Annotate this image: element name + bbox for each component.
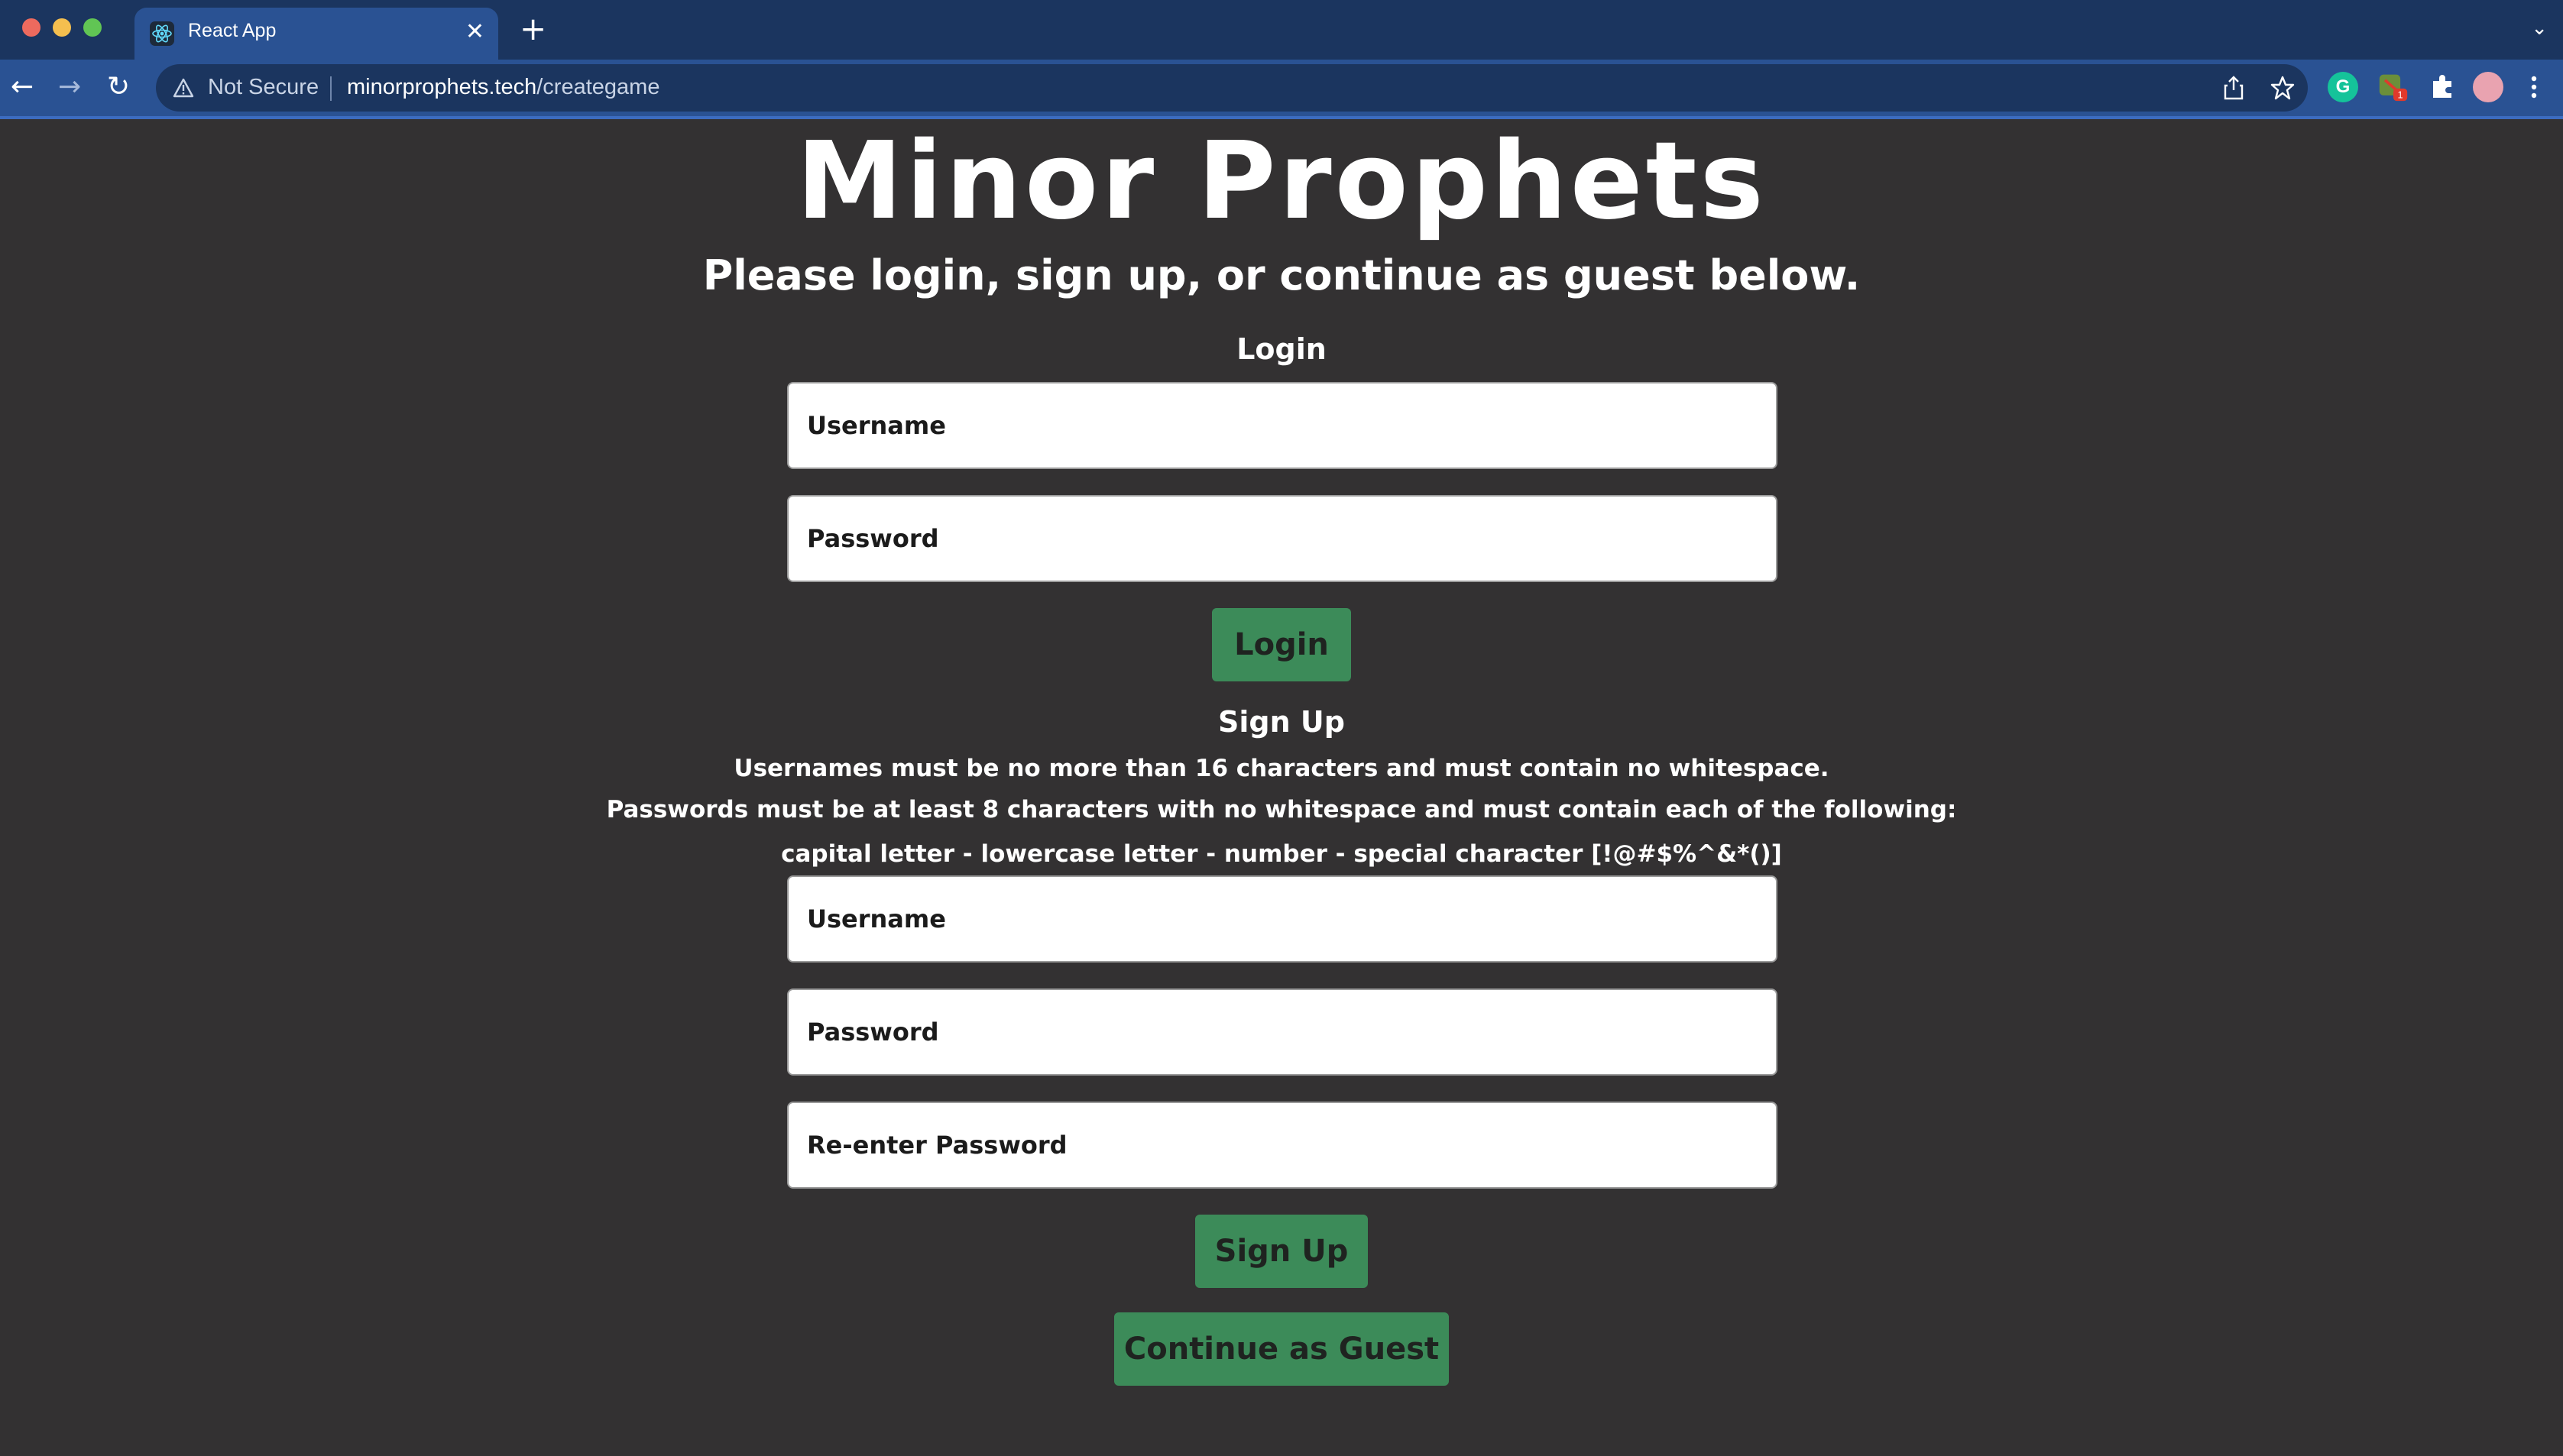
login-password-field[interactable] [787,495,1777,582]
extensions-puzzle-icon[interactable] [2427,72,2458,102]
window-minimize-button[interactable] [53,18,71,37]
address-bar[interactable]: Not Secure minorprophets.tech/creategame [156,64,2308,112]
continue-as-guest-button[interactable]: Continue as Guest [1114,1312,1449,1386]
window-close-button[interactable] [22,18,41,37]
profile-avatar[interactable] [2473,72,2503,102]
tab-title: React App [188,20,277,41]
signup-password-input[interactable] [789,990,1776,1074]
username-rule-text: Usernames must be no more than 16 charac… [734,755,1829,782]
signup-reenter-password-input[interactable] [789,1103,1776,1187]
grammarly-extension-icon[interactable]: G [2328,72,2358,102]
password-chars-rule-text: capital letter - lowercase letter - numb… [781,840,1782,868]
new-tab-icon[interactable]: + [520,12,546,46]
tab-search-chevron-icon[interactable]: ⌄ [2531,17,2548,40]
window-zoom-button[interactable] [83,18,102,37]
extension-badge-count: 1 [2398,89,2403,101]
url-text[interactable]: minorprophets.tech/creategame [347,75,659,100]
signup-button[interactable]: Sign Up [1195,1215,1368,1288]
signup-heading: Sign Up [1218,705,1345,739]
not-secure-label[interactable]: Not Secure [208,75,319,100]
login-password-input[interactable] [789,497,1776,581]
login-button[interactable]: Login [1212,608,1351,681]
signup-username-field[interactable] [787,875,1777,963]
password-rule-text: Passwords must be at least 8 characters … [606,796,1957,823]
address-separator [330,76,332,101]
login-heading: Login [1236,332,1327,366]
bookmark-star-icon[interactable] [2270,75,2296,101]
page-subtitle: Please login, sign up, or continue as gu… [702,251,1861,299]
browser-tab[interactable]: React App ✕ [134,8,498,61]
share-icon[interactable] [2222,75,2245,101]
page-title: Minor Prophets [796,119,1767,244]
signup-reenter-password-field[interactable] [787,1102,1777,1189]
signup-password-field[interactable] [787,988,1777,1076]
signup-username-input[interactable] [789,877,1776,961]
login-username-field[interactable] [787,382,1777,469]
extension-badge-icon[interactable]: 1 [2378,72,2409,102]
back-arrow-icon[interactable]: ← [11,70,34,104]
browser-tab-bar: React App ✕ + ⌄ [0,0,2563,61]
url-host: minorprophets.tech [347,75,537,99]
warning-icon [173,78,194,98]
forward-arrow-icon[interactable]: → [58,70,81,104]
more-menu-icon[interactable] [2526,72,2542,102]
tab-close-icon[interactable]: ✕ [465,17,484,47]
react-logo-icon [150,21,174,46]
browser-toolbar: ← → ↻ Not Secure minorprophets.tech/crea… [0,60,2563,119]
page-content: Minor Prophets Please login, sign up, or… [0,119,2563,1456]
reload-icon[interactable]: ↻ [107,70,130,104]
login-username-input[interactable] [789,383,1776,468]
url-path: /creategame [536,75,660,99]
